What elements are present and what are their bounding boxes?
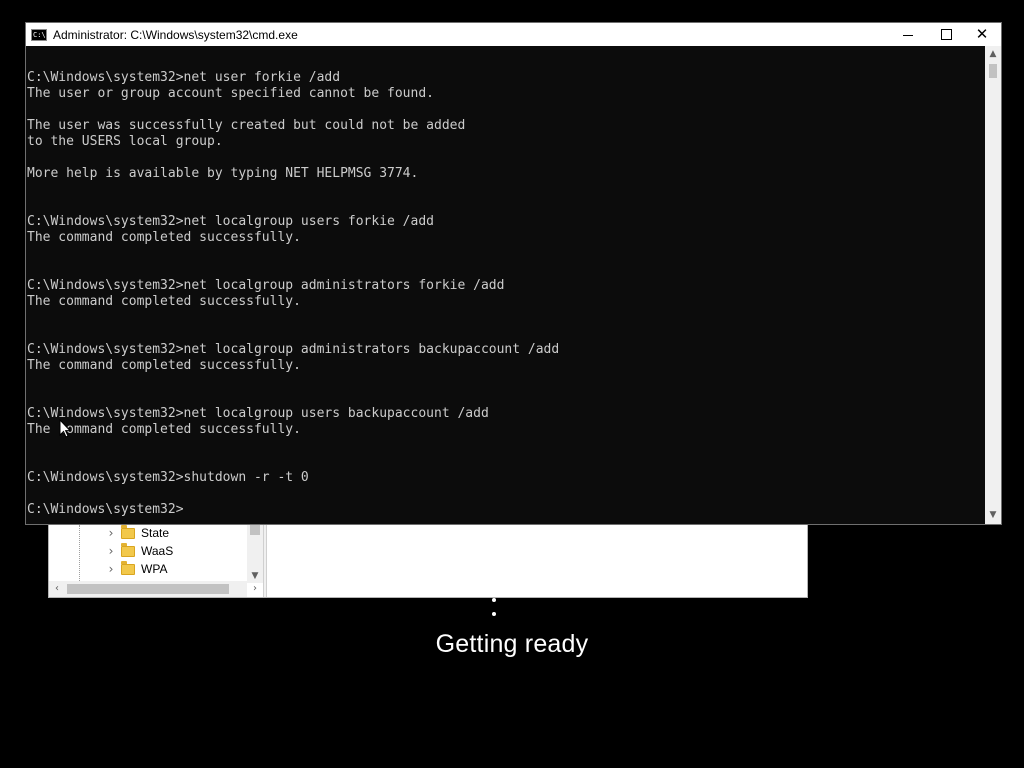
registry-values-pane — [267, 525, 807, 597]
chevron-right-icon[interactable]: › — [105, 562, 117, 576]
spinner-dot — [492, 598, 496, 602]
console-line: C:\Windows\system32>net user forkie /add — [27, 70, 341, 85]
registry-tree-pane: › State › WaaS › WPA ▼ — [49, 525, 263, 583]
close-icon: ✕ — [975, 25, 989, 43]
console-line: to the USERS local group. — [27, 134, 223, 149]
console-line: C:\Windows\system32>net localgroup admin… — [27, 278, 505, 293]
scrollbar-thumb[interactable] — [67, 584, 229, 594]
folder-icon — [121, 525, 135, 539]
minimize-icon — [903, 34, 913, 36]
chevron-right-icon[interactable]: › — [105, 526, 117, 540]
console-line: C:\Windows\system32>net localgroup admin… — [27, 342, 560, 357]
scrollbar-thumb[interactable] — [989, 64, 997, 78]
console-line: C:\Windows\system32>net localgroup users… — [27, 406, 489, 421]
console-line: The command completed successfully. — [27, 294, 301, 309]
cmd-window: C:\ Administrator: C:\Windows\system32\c… — [25, 22, 1002, 525]
scroll-left-icon[interactable]: ‹ — [49, 581, 65, 597]
minimize-button[interactable] — [889, 23, 927, 46]
console-line: The user was successfully created but co… — [27, 118, 466, 133]
console-vertical-scrollbar[interactable]: ▲ ▼ — [985, 46, 1001, 524]
tree-item-waas[interactable]: › WaaS — [105, 542, 173, 560]
console-line: The command completed successfully. — [27, 422, 301, 437]
loading-spinner — [492, 598, 498, 620]
tree-item-wpa[interactable]: › WPA — [105, 560, 167, 578]
scroll-up-icon[interactable]: ▲ — [985, 46, 1001, 63]
tree-vertical-scrollbar[interactable]: ▼ — [247, 525, 263, 583]
console-output[interactable]: C:\Windows\system32>net user forkie /add… — [26, 46, 986, 524]
tree-item-label: WaaS — [141, 544, 174, 558]
spinner-dot — [492, 612, 496, 616]
console-line: More help is available by typing NET HEL… — [27, 166, 419, 181]
folder-icon — [121, 542, 135, 557]
console-line: C:\Windows\system32>net localgroup users… — [27, 214, 434, 229]
console-line: The user or group account specified cann… — [27, 86, 434, 101]
folder-icon — [121, 560, 135, 575]
registry-editor-window: › State › WaaS › WPA ▼ ‹ › — [48, 524, 808, 598]
scroll-down-icon[interactable]: ▼ — [985, 507, 1001, 524]
tree-item-state[interactable]: › State — [105, 525, 169, 542]
title-bar[interactable]: C:\ Administrator: C:\Windows\system32\c… — [26, 23, 1001, 46]
scroll-right-icon[interactable]: › — [247, 581, 263, 597]
chevron-right-icon[interactable]: › — [105, 544, 117, 558]
cmd-icon[interactable]: C:\ — [31, 28, 47, 41]
restart-status-text: Getting ready — [435, 630, 589, 658]
tree-horizontal-scrollbar[interactable]: ‹ › — [49, 581, 257, 597]
tree-item-label: WPA — [141, 562, 168, 576]
tree-guide-line — [79, 525, 80, 583]
console-line: C:\Windows\system32> — [27, 502, 184, 517]
console-line: C:\Windows\system32>shutdown -r -t 0 — [27, 470, 309, 485]
close-button[interactable]: ✕ — [963, 23, 1001, 46]
window-title: Administrator: C:\Windows\system32\cmd.e… — [53, 27, 298, 42]
tree-item-label: State — [141, 526, 170, 540]
maximize-icon — [940, 29, 952, 40]
console-line: The command completed successfully. — [27, 358, 301, 373]
console-line: The command completed successfully. — [27, 230, 301, 245]
maximize-button[interactable] — [927, 23, 965, 46]
scrollbar-thumb[interactable] — [250, 525, 260, 535]
